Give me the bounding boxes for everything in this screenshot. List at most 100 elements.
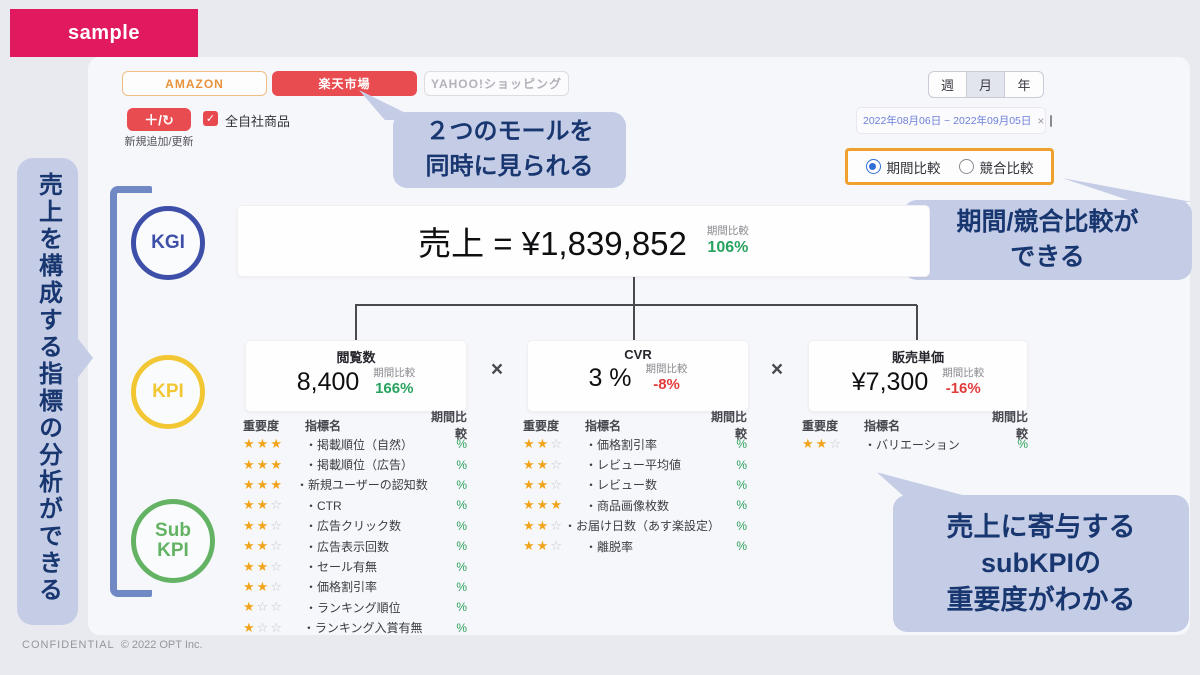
radio-period-compare[interactable]: 期間比較 (866, 157, 941, 177)
table-row: ★☆☆・ランキング入賞有無% (243, 618, 467, 638)
importance-stars: ★★☆ (243, 518, 305, 534)
importance-stars: ★★☆ (243, 497, 305, 513)
period-compare-value: % (701, 458, 747, 472)
kpi-card-title: CVR (528, 347, 748, 362)
callout-two-malls-text: ２つのモールを 同時に見られる (426, 115, 594, 185)
kgi-card: 売上 = ¥1,839,852 期間比較 106% (237, 205, 930, 277)
kpi-compare-value: -16% (946, 380, 981, 398)
kgi-compare-label: 期間比較 (707, 225, 749, 238)
star-filled-icon: ★ (257, 579, 271, 594)
tab-rakuten[interactable]: 楽天市場 (272, 71, 417, 96)
star-filled-icon: ★ (537, 497, 551, 512)
star-filled-icon: ★ (243, 620, 257, 635)
importance-stars: ★★☆ (523, 477, 585, 493)
star-filled-icon: ★ (243, 538, 257, 553)
importance-stars: ★★☆ (523, 538, 585, 554)
radio-selected-icon[interactable] (866, 159, 881, 174)
callout-compare: 期間/競合比較が できる (903, 200, 1192, 280)
all-products-checkbox[interactable]: ✓ (203, 111, 218, 126)
star-empty-icon: ☆ (270, 497, 284, 512)
period-compare-value: % (421, 580, 467, 594)
check-icon: ✓ (206, 112, 215, 125)
star-filled-icon: ★ (523, 436, 537, 451)
star-empty-icon: ☆ (257, 620, 271, 635)
table-row: ★★☆・離脱率% (523, 536, 747, 556)
period-compare-value: % (421, 539, 467, 553)
importance-stars: ★★★ (243, 457, 305, 473)
period-year-button[interactable]: 年 (1005, 72, 1043, 97)
metric-name: ・掲載順位（自然） (305, 436, 421, 453)
importance-stars: ★★★ (243, 436, 305, 452)
table-row: ★★☆・レビュー平均値% (523, 454, 747, 474)
kpi-badge: KPI (131, 355, 205, 429)
star-filled-icon: ★ (523, 518, 537, 533)
header-importance: 重要度 (523, 417, 585, 434)
header-metric-name: 指標名 (305, 417, 421, 434)
importance-stars: ★★☆ (243, 538, 305, 554)
period-compare-value: % (428, 478, 467, 492)
callout-compare-text: 期間/競合比較が できる (957, 205, 1139, 275)
star-filled-icon: ★ (257, 559, 271, 574)
tab-amazon-label: AMAZON (165, 77, 224, 91)
metric-name: ・ランキング順位 (305, 599, 421, 616)
star-filled-icon: ★ (243, 518, 257, 533)
radio-competitor-compare[interactable]: 競合比較 (959, 157, 1034, 177)
star-empty-icon: ☆ (257, 599, 271, 614)
star-filled-icon: ★ (243, 497, 257, 512)
star-filled-icon: ★ (243, 477, 257, 492)
star-filled-icon: ★ (270, 436, 284, 451)
star-filled-icon: ★ (243, 599, 257, 614)
table-header: 重要度 指標名 期間比較 (243, 416, 467, 434)
importance-stars: ★★☆ (523, 518, 564, 534)
star-filled-icon: ★ (537, 457, 551, 472)
star-filled-icon: ★ (257, 457, 271, 472)
subkpi-table-cvr: 重要度 指標名 期間比較 ★★☆・価格割引率%★★☆・レビュー平均値%★★☆・レ… (523, 416, 747, 556)
table-row: ★★☆・お届け日数（あす楽設定）% (523, 516, 747, 536)
star-empty-icon: ☆ (550, 436, 564, 451)
callout-subkpi: 売上に寄与する subKPIの 重要度がわかる (893, 495, 1189, 632)
metric-name: ・広告クリック数 (305, 517, 421, 534)
metric-name: ・離脱率 (585, 538, 701, 555)
tree-connector (355, 305, 357, 340)
add-update-button[interactable]: ＋/↻ (127, 108, 191, 131)
tab-yahoo[interactable]: YAHOO!ショッピング (424, 71, 569, 96)
star-filled-icon: ★ (257, 538, 271, 553)
tab-amazon[interactable]: AMAZON (122, 71, 267, 96)
table-row: ★★☆・CTR% (243, 495, 467, 515)
subkpi-table-views: 重要度 指標名 期間比較 ★★★・掲載順位（自然）%★★★・掲載順位（広告）%★… (243, 416, 467, 638)
metric-name: ・価格割引率 (585, 436, 701, 453)
period-compare-value: % (421, 458, 467, 472)
kpi-compare: 期間比較 166% (373, 367, 415, 398)
period-compare-value: % (423, 621, 467, 635)
table-rows: ★★★・掲載順位（自然）%★★★・掲載順位（広告）%★★★・新規ユーザーの認知数… (243, 434, 467, 638)
kpi-compare-label: 期間比較 (942, 367, 984, 380)
callout-kpi-tree: 売上を構成する指標の分析ができる (17, 158, 78, 625)
star-filled-icon: ★ (537, 436, 551, 451)
star-filled-icon: ★ (243, 579, 257, 594)
tree-connector (633, 277, 635, 305)
radio-period-label: 期間比較 (887, 157, 941, 177)
kpi-compare: 期間比較 -16% (942, 367, 984, 398)
dashboard-screen: sample AMAZON 楽天市場 YAHOO!ショッピング ＋/↻ 新規追加… (0, 0, 1200, 675)
tab-yahoo-label: YAHOO!ショッピング (431, 75, 562, 92)
date-range-picker[interactable]: 2022年08月06日 ~ 2022年09月05日 × (856, 107, 1046, 134)
period-week-button[interactable]: 週 (929, 72, 967, 97)
confidential-label: CONFIDENTIAL (22, 639, 115, 651)
star-empty-icon: ☆ (550, 518, 564, 533)
importance-stars: ★☆☆ (243, 620, 303, 636)
kgi-badge-label: KGI (151, 233, 185, 253)
table-header: 重要度 指標名 期間比較 (802, 416, 1028, 434)
kpi-card-unit-price: 販売単価 ¥7,300 期間比較 -16% (808, 340, 1028, 412)
star-filled-icon: ★ (257, 518, 271, 533)
period-compare-value: % (421, 437, 467, 451)
period-month-button[interactable]: 月 (967, 72, 1005, 97)
period-compare-value: % (701, 498, 747, 512)
clear-date-icon[interactable]: × (1037, 114, 1044, 128)
star-filled-icon: ★ (523, 497, 537, 512)
kpi-card-title: 販売単価 (809, 347, 1027, 366)
kgi-badge: KGI (131, 206, 205, 280)
metric-name: ・商品画像枚数 (585, 497, 701, 514)
all-products-label: 全自社商品 (225, 111, 290, 130)
radio-unselected-icon[interactable] (959, 159, 974, 174)
star-filled-icon: ★ (270, 477, 284, 492)
